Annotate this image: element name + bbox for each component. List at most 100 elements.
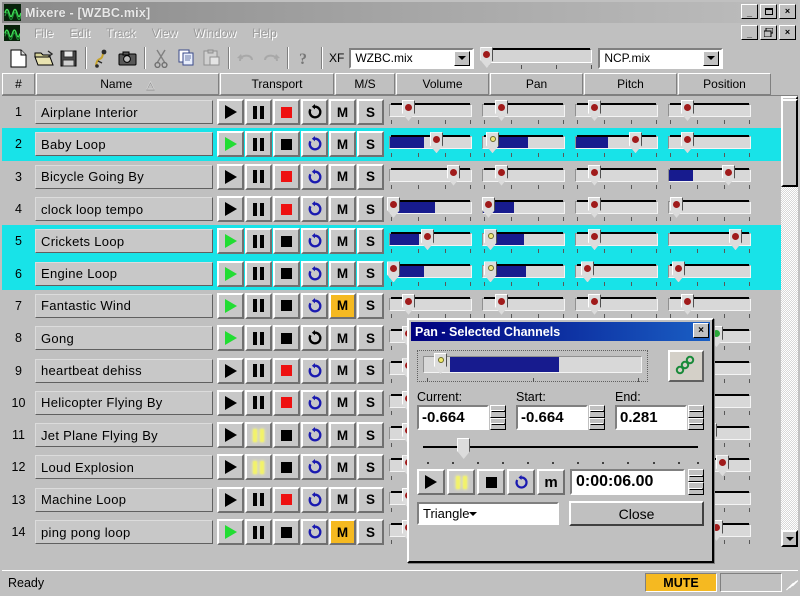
solo-button[interactable]: S — [357, 325, 384, 351]
dialog-meter-button[interactable]: m — [537, 469, 565, 495]
column-header-position[interactable]: Position — [678, 73, 771, 95]
track-name[interactable]: Baby Loop — [35, 132, 213, 156]
mute-button[interactable]: M — [329, 519, 356, 545]
column-header-ms[interactable]: M/S — [335, 73, 395, 95]
loop-button[interactable] — [301, 390, 328, 416]
dialog-pause-button[interactable] — [447, 469, 475, 495]
pitch-knob[interactable] — [588, 165, 601, 186]
menu-file[interactable]: File — [26, 24, 61, 42]
position-track[interactable] — [668, 136, 751, 149]
pitch-knob[interactable] — [581, 261, 594, 282]
play-button[interactable] — [217, 164, 244, 190]
dialog-play-button[interactable] — [417, 469, 445, 495]
left-mix-combo[interactable]: WZBC.mix — [349, 48, 474, 69]
position-slider-cell[interactable] — [664, 257, 757, 289]
solo-button[interactable]: S — [357, 293, 384, 319]
stop-button[interactable] — [273, 487, 300, 513]
pan-slider-track[interactable] — [423, 356, 642, 373]
current-spinner[interactable]: -0.664 — [417, 405, 506, 430]
volume-knob[interactable] — [430, 132, 443, 153]
save-disk-icon[interactable] — [56, 46, 81, 70]
solo-button[interactable]: S — [357, 261, 384, 287]
stop-button[interactable] — [273, 454, 300, 480]
mute-button[interactable]: M — [329, 487, 356, 513]
document-waveform-icon[interactable] — [4, 25, 20, 41]
pitch-knob[interactable] — [588, 197, 601, 218]
column-header-transport[interactable]: Transport — [220, 73, 334, 95]
pan-slider-cell[interactable] — [478, 128, 571, 160]
pan-knob[interactable] — [482, 197, 495, 218]
close-button[interactable]: Close — [569, 501, 704, 526]
copy-icon[interactable] — [174, 46, 199, 70]
paste-icon[interactable] — [199, 46, 224, 70]
mute-button[interactable]: M — [329, 293, 356, 319]
mute-button[interactable]: M — [329, 454, 356, 480]
pan-slider-cell[interactable] — [478, 96, 571, 128]
mute-status-badge[interactable]: MUTE — [645, 573, 717, 592]
mute-button[interactable]: M — [329, 325, 356, 351]
pan-knob[interactable] — [484, 261, 497, 282]
table-row[interactable]: 6Engine LoopMS — [2, 257, 781, 289]
play-button[interactable] — [217, 228, 244, 254]
solo-button[interactable]: S — [357, 487, 384, 513]
child-minimize-button[interactable]: _ — [741, 25, 758, 40]
position-slider-cell[interactable] — [664, 225, 757, 257]
pitch-slider-cell[interactable] — [571, 128, 664, 160]
solo-button[interactable]: S — [357, 422, 384, 448]
chevron-down-icon[interactable] — [454, 51, 470, 66]
envelope-curve-icon[interactable] — [90, 46, 115, 70]
pan-knob[interactable] — [484, 229, 497, 250]
play-button[interactable] — [217, 358, 244, 384]
pitch-track[interactable] — [575, 136, 658, 149]
waveform-combo[interactable]: Triangle — [417, 502, 559, 525]
track-name[interactable]: Fantastic Wind — [35, 294, 213, 318]
stop-button[interactable] — [273, 519, 300, 545]
start-spin-buttons[interactable] — [589, 405, 605, 430]
chevron-down-icon[interactable] — [703, 51, 719, 66]
time-spin-up[interactable] — [688, 469, 704, 482]
stop-button[interactable] — [273, 261, 300, 287]
stop-button[interactable] — [273, 293, 300, 319]
track-name[interactable]: Jet Plane Flying By — [35, 423, 213, 447]
volume-knob[interactable] — [402, 100, 415, 121]
position-knob[interactable] — [681, 100, 694, 121]
track-name[interactable]: clock loop tempo — [35, 197, 213, 221]
table-row[interactable]: 1Airplane InteriorMS — [2, 96, 781, 128]
position-knob[interactable] — [670, 197, 683, 218]
volume-slider-cell[interactable] — [385, 193, 478, 225]
scroll-down-button[interactable] — [781, 530, 798, 547]
mute-button[interactable]: M — [329, 228, 356, 254]
mute-button[interactable]: M — [329, 131, 356, 157]
child-close-button[interactable]: × — [779, 25, 796, 40]
stop-button[interactable] — [273, 325, 300, 351]
pause-button[interactable] — [245, 519, 272, 545]
dialog-time-field[interactable]: 0:00:06.00 — [570, 469, 685, 495]
track-name[interactable]: ping pong loop — [35, 520, 213, 544]
solo-button[interactable]: S — [357, 99, 384, 125]
volume-knob[interactable] — [387, 261, 400, 282]
solo-button[interactable]: S — [357, 228, 384, 254]
pause-button[interactable] — [245, 293, 272, 319]
menu-edit[interactable]: Edit — [61, 24, 98, 42]
pitch-slider-cell[interactable] — [571, 193, 664, 225]
pitch-knob[interactable] — [588, 294, 601, 315]
pan-track[interactable] — [482, 169, 565, 182]
pause-button[interactable] — [245, 358, 272, 384]
maximize-button[interactable] — [760, 4, 777, 19]
position-knob[interactable] — [681, 294, 694, 315]
volume-knob[interactable] — [447, 165, 460, 186]
table-row[interactable]: 3Bicycle Going ByMS — [2, 161, 781, 193]
pan-knob[interactable] — [495, 100, 508, 121]
play-button[interactable] — [217, 261, 244, 287]
menu-track[interactable]: Track — [98, 24, 144, 42]
end-spin-buttons[interactable] — [688, 405, 704, 430]
pan-timeline-slider[interactable] — [417, 437, 704, 467]
position-slider-cell[interactable] — [664, 161, 757, 193]
pitch-knob[interactable] — [588, 229, 601, 250]
pitch-track[interactable] — [575, 298, 658, 311]
play-button[interactable] — [217, 390, 244, 416]
position-track[interactable] — [668, 104, 751, 117]
pitch-track[interactable] — [575, 104, 658, 117]
end-input[interactable]: 0.281 — [615, 405, 687, 430]
pause-button[interactable] — [245, 325, 272, 351]
